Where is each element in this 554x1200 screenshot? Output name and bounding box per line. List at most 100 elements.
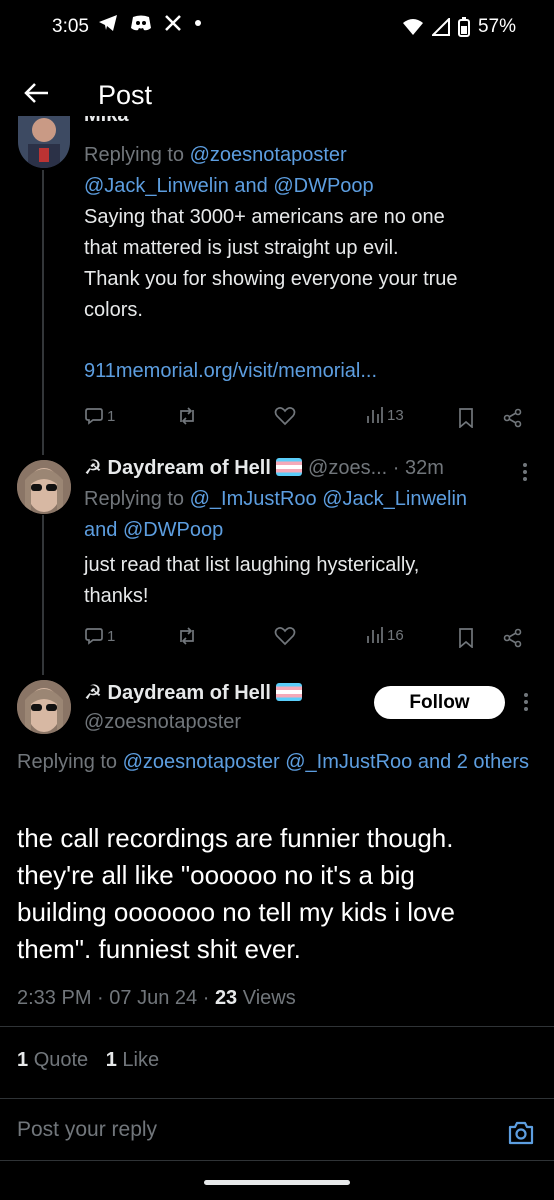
arrow-left-icon[interactable] [22, 78, 52, 108]
thread-line [42, 170, 44, 455]
display-name[interactable]: Daydream of Hell [108, 682, 271, 704]
post-text-line: just read that list laughing hystericall… [84, 554, 420, 576]
like-count: 1 [105, 1049, 117, 1071]
repost-icon [180, 627, 194, 645]
views-button[interactable]: 16 [366, 626, 404, 644]
post-text-line: them". funniest shit ever. [17, 934, 301, 964]
camera-icon[interactable] [506, 1118, 536, 1148]
trans-flag-icon [276, 683, 303, 701]
author-block: ☭ Daydream of Hell @zoesnotaposter [84, 678, 303, 736]
status-time: 3:05 [52, 16, 89, 37]
views-icon [367, 627, 383, 643]
views-count: 16 [387, 626, 404, 644]
separator: · [97, 987, 104, 1009]
replying-to-label: Replying to [84, 488, 185, 510]
quote-label: Quote [33, 1049, 89, 1071]
reply-icon [85, 628, 103, 645]
x-icon [165, 15, 181, 31]
display-name[interactable]: Daydream of Hell [108, 457, 271, 479]
follow-button[interactable]: Follow [374, 686, 505, 719]
signal-icon [431, 18, 450, 36]
main-post-text: the call recordings are funnier though. … [17, 820, 537, 968]
like-stat[interactable]: 1 Like [106, 1049, 159, 1071]
repost-button[interactable] [176, 626, 198, 646]
separator: · [202, 987, 210, 1009]
reply-count: 1 [107, 627, 116, 645]
discord-icon [131, 15, 151, 31]
mention[interactable]: @_ImJustRoo [285, 751, 412, 773]
avatar[interactable] [18, 116, 70, 168]
reply-post[interactable]: ☭ Daydream of Hell @zoes... · 32m Replyi… [84, 453, 534, 612]
heart-icon [274, 627, 296, 646]
avatar[interactable] [17, 460, 71, 514]
post-time: 2:33 PM [17, 987, 92, 1009]
post-date: 07 Jun 24 [109, 987, 198, 1009]
post-text-line: Saying that 3000+ americans are no one [84, 206, 445, 228]
repost-button[interactable] [176, 406, 198, 426]
mention[interactable]: @zoesnotaposter [190, 144, 347, 166]
views-count: 23 [214, 987, 238, 1009]
like-label: Like [122, 1049, 160, 1071]
like-button[interactable] [274, 626, 296, 646]
handle[interactable]: @zoes... [308, 457, 387, 479]
more-options-icon[interactable] [523, 692, 529, 712]
share-icon[interactable] [503, 408, 523, 428]
repost-icon [180, 407, 194, 425]
post-text-line: Thank you for showing everyone your true [84, 268, 458, 290]
post-meta: 2:33 PM · 07 Jun 24 · 23 Views [17, 984, 296, 1012]
mention[interactable]: @_ImJustRoo [190, 488, 317, 510]
mention[interactable]: @zoesnotaposter [123, 751, 280, 773]
views-label[interactable]: Views [243, 987, 296, 1009]
divider [0, 1098, 554, 1099]
and-word: and [84, 519, 118, 541]
link[interactable]: 911memorial.org/visit/memorial... [84, 360, 377, 382]
views-button[interactable]: 13 [366, 406, 404, 424]
mention[interactable]: @DWPoop [123, 519, 223, 541]
battery-percent: 57% [477, 16, 516, 37]
hammer-sickle-icon: ☭ [84, 682, 102, 704]
quote-count: 1 [17, 1049, 29, 1071]
views-count: 13 [387, 406, 404, 424]
and-word: and [234, 175, 268, 197]
cutoff-name: Mika [84, 116, 128, 126]
views-icon [367, 407, 383, 423]
action-bar: 1 16 [84, 626, 524, 652]
home-indicator[interactable] [204, 1180, 350, 1185]
trans-flag-icon [276, 458, 303, 476]
post-text-line: they're all like "oooooo no it's a big [17, 860, 415, 890]
action-bar: 1 13 [84, 406, 524, 432]
reply-input[interactable]: Post your reply [17, 1118, 157, 1142]
reply-icon [85, 408, 103, 425]
like-button[interactable] [274, 406, 296, 426]
and-others-link[interactable]: and 2 others [418, 751, 529, 773]
more-options-icon[interactable] [522, 462, 528, 482]
engagement-stats: 1 Quote 1 Like [17, 1046, 159, 1074]
status-bar: 3:05 57% [0, 0, 554, 58]
mention[interactable]: @Jack_Linwelin [322, 488, 467, 510]
battery-icon [457, 17, 470, 37]
post-text-line: building ooooooo no tell my kids i love [17, 897, 455, 927]
quote-stat[interactable]: 1 Quote [17, 1049, 94, 1071]
replying-to: Replying to @zoesnotaposter @_ImJustRoo … [17, 746, 547, 778]
divider [0, 1026, 554, 1027]
handle[interactable]: @zoesnotaposter [84, 708, 302, 736]
bookmark-icon[interactable] [458, 628, 474, 648]
avatar[interactable] [17, 680, 71, 734]
bookmark-icon[interactable] [458, 408, 474, 428]
reply-button[interactable]: 1 [84, 406, 115, 426]
thread-line [42, 515, 44, 675]
share-icon[interactable] [503, 628, 523, 648]
reply-count: 1 [107, 407, 116, 425]
cutoff-header: Mika [84, 116, 414, 130]
reply-post[interactable]: Replying to @zoesnotaposter @Jack_Linwel… [84, 140, 534, 387]
mention[interactable]: @DWPoop [273, 175, 373, 197]
heart-icon [274, 407, 296, 426]
replying-to-label: Replying to [17, 751, 118, 773]
divider [0, 1160, 554, 1161]
timestamp: · 32m [392, 457, 444, 479]
telegram-icon [99, 15, 117, 31]
dot-icon [195, 20, 201, 26]
reply-button[interactable]: 1 [84, 626, 115, 646]
mention[interactable]: @Jack_Linwelin [84, 175, 229, 197]
page-title: Post [98, 80, 153, 110]
